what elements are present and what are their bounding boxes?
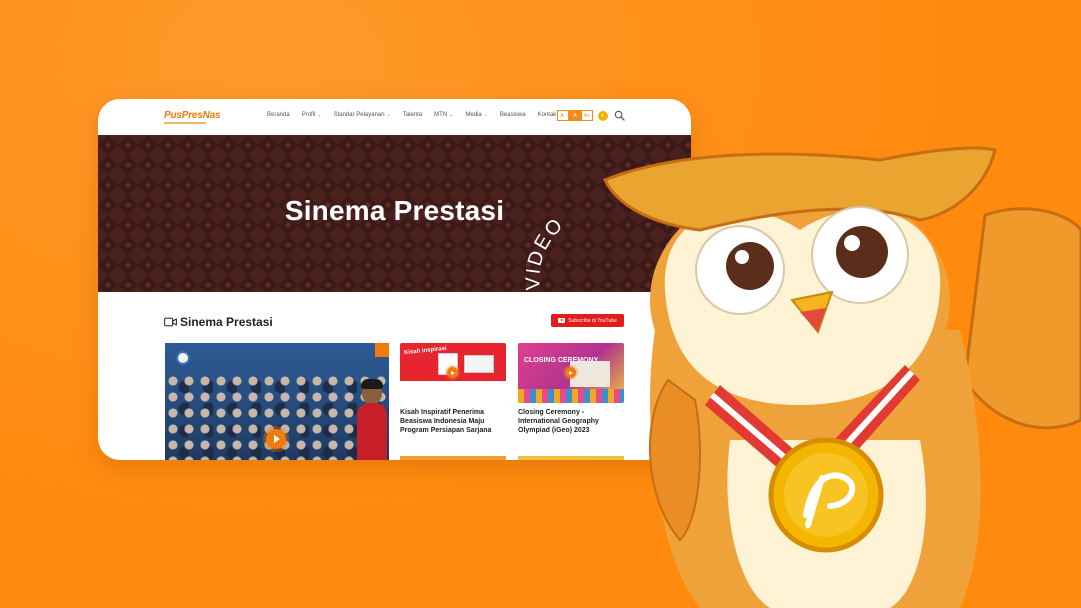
video-title-1[interactable]: Kisah Inspiratif Penerima Beasiswa Indon…	[400, 408, 508, 435]
chevron-down-icon: ⌄	[386, 112, 391, 118]
person-jersey	[357, 403, 387, 460]
nav-item-beranda[interactable]: Beranda	[267, 112, 290, 118]
nav-item-media[interactable]: Media ⌄	[465, 112, 488, 118]
thumb-strip	[400, 381, 506, 403]
section-title: Sinema Prestasi	[180, 315, 273, 329]
nav-item-mtn[interactable]: MTN ⌄	[434, 112, 453, 118]
logo-underline	[164, 122, 206, 124]
nav-label: Profil	[301, 112, 316, 118]
nav-label: MTN	[434, 112, 448, 118]
play-icon[interactable]	[447, 367, 458, 378]
nav-label: Beranda	[267, 112, 290, 118]
video-thumbnail-3[interactable]	[400, 456, 506, 460]
ministry-emblem-icon	[176, 351, 190, 365]
section-header: Sinema Prestasi	[164, 315, 273, 329]
nav-item-profil[interactable]: Profil ⌄	[302, 112, 322, 118]
corner-badge	[375, 343, 389, 357]
play-icon[interactable]	[266, 429, 286, 449]
nav-item-talenta[interactable]: Talenta	[403, 112, 422, 118]
nav-label: Media	[465, 112, 482, 118]
nav-label: Talenta	[402, 112, 423, 118]
nav-item-kontak[interactable]: Kontak	[538, 112, 557, 118]
nav-label: Kontak	[537, 112, 557, 118]
nav-label: Beasiswa	[499, 112, 526, 118]
chevron-down-icon: ⌄	[449, 112, 454, 118]
chevron-down-icon: ⌄	[317, 112, 322, 118]
thumb-panel	[464, 355, 494, 373]
site-logo[interactable]: PusPresNas	[164, 110, 221, 121]
main-menu: Beranda Profil ⌄ Standar Pelayanan ⌄ Talen…	[267, 112, 568, 118]
nav-item-standar-pelayanan[interactable]: Standar Pelayanan ⌄	[334, 112, 391, 118]
person-hair	[361, 379, 383, 389]
video-camera-icon	[164, 317, 177, 327]
video-thumbnail-1[interactable]: Kisah inspirasi	[400, 343, 506, 403]
chevron-down-icon: ⌄	[483, 112, 488, 118]
nav-item-beasiswa[interactable]: Beasiswa	[500, 112, 526, 118]
owl-mascot	[602, 146, 1081, 608]
nav-label: Standar Pelayanan	[333, 112, 385, 118]
